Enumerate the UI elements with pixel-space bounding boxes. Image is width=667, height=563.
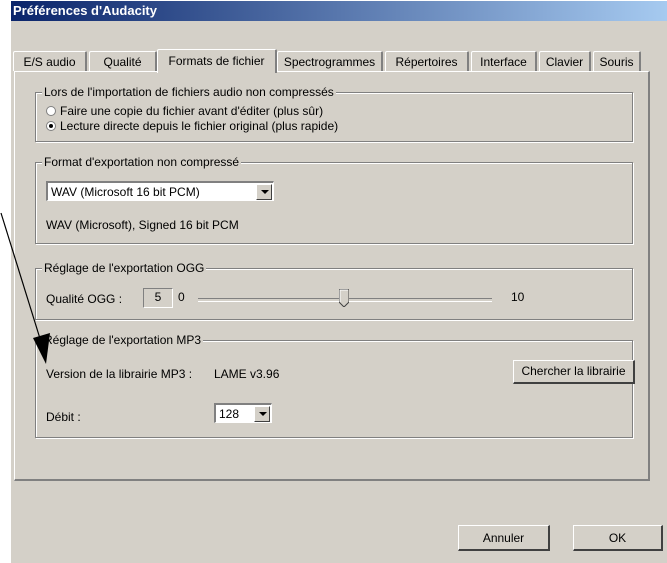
mp3-group-legend: Réglage de l'exportation MP3: [42, 333, 204, 347]
preferences-dialog: Préférences d'Audacity E/S audio Qualité…: [10, 0, 667, 563]
export-format-select[interactable]: WAV (Microsoft 16 bit PCM): [46, 181, 274, 201]
ogg-group-legend: Réglage de l'exportation OGG: [42, 261, 207, 275]
copy-file-label: Faire une copie du fichier avant d'édite…: [60, 104, 324, 118]
window-title: Préférences d'Audacity: [11, 1, 667, 21]
chevron-down-icon[interactable]: [256, 184, 272, 200]
bitrate-select[interactable]: 128: [214, 403, 272, 423]
direct-read-label: Lecture directe depuis le fichier origin…: [60, 119, 339, 133]
ogg-slider-max: 10: [511, 290, 525, 304]
file-formats-panel: Lors de l'importation de fichiers audio …: [14, 71, 650, 481]
mp3-group: Réglage de l'exportation MP3 Version de …: [35, 333, 635, 438]
ogg-quality-label: Qualité OGG :: [46, 292, 123, 306]
find-library-button[interactable]: Chercher la librairie: [513, 360, 635, 384]
mp3-version-value: LAME v3.96: [214, 367, 280, 381]
ogg-quality-value: 5: [143, 288, 173, 308]
slider-thumb[interactable]: [339, 289, 349, 307]
import-group: Lors de l'importation de fichiers audio …: [35, 85, 633, 142]
tab-file-formats[interactable]: Formats de fichier: [157, 49, 277, 73]
cancel-button[interactable]: Annuler: [458, 525, 550, 551]
chevron-down-icon[interactable]: [254, 406, 270, 422]
import-group-legend: Lors de l'importation de fichiers audio …: [42, 85, 336, 99]
direct-read-radio[interactable]: [46, 121, 56, 131]
tab-quality[interactable]: Qualité: [89, 51, 157, 71]
tab-spectrograms[interactable]: Spectrogrammes: [277, 51, 383, 71]
tab-mouse[interactable]: Souris: [593, 51, 641, 71]
export-format-group: Format d'exportation non compressé WAV (…: [35, 155, 633, 244]
export-format-value: WAV (Microsoft 16 bit PCM): [51, 185, 200, 199]
tab-directories[interactable]: Répertoires: [385, 51, 469, 71]
tab-keyboard[interactable]: Clavier: [539, 51, 591, 71]
tab-audio-io[interactable]: E/S audio: [13, 51, 87, 71]
ogg-slider-min: 0: [178, 290, 185, 304]
tab-interface[interactable]: Interface: [471, 51, 537, 71]
ogg-group: Réglage de l'exportation OGG Qualité OGG…: [35, 261, 633, 320]
tab-strip: E/S audio Qualité Formats de fichier Spe…: [11, 49, 667, 73]
export-format-description: WAV (Microsoft), Signed 16 bit PCM: [46, 218, 239, 232]
ok-button[interactable]: OK: [573, 525, 663, 551]
copy-file-radio[interactable]: [46, 106, 56, 116]
mp3-version-label: Version de la librairie MP3 :: [46, 367, 193, 381]
bitrate-value: 128: [219, 407, 240, 421]
export-format-legend: Format d'exportation non compressé: [42, 155, 242, 169]
bitrate-label: Débit :: [46, 410, 81, 424]
radio-selected-dot: [49, 124, 53, 128]
